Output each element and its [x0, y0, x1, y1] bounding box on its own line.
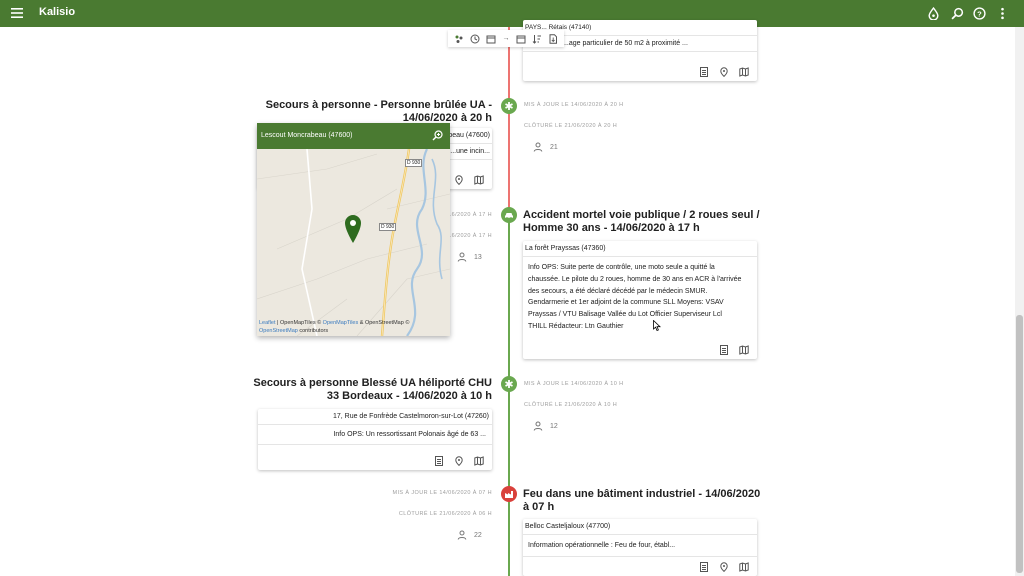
- map-popup: Lescout Moncrabeau (47600) D 930 D 930 L…: [257, 123, 450, 336]
- event-closed: CLÔTURÉ LE 21/06/2020 À 10 H: [524, 402, 618, 408]
- event-updated: MIS À JOUR LE 14/06/2020 À 07 H: [392, 490, 492, 496]
- person-icon: [457, 530, 467, 540]
- factory-icon: [505, 491, 513, 498]
- map-popup-title: Lescout Moncrabeau (47600): [261, 132, 353, 139]
- drop-icon[interactable]: [927, 7, 940, 20]
- calendar-start-icon[interactable]: [486, 34, 496, 44]
- map-attribution: Leaflet | OpenMapTiles © OpenMapTiles & …: [259, 320, 410, 334]
- event-title[interactable]: Secours à personne Blessé UA héliporté C…: [232, 377, 492, 403]
- event-closed: CLÔTURÉ LE 21/06/2020 À 20 H: [524, 123, 618, 129]
- app-title: Kalisio: [39, 6, 76, 18]
- event-node-medical[interactable]: [501, 376, 517, 392]
- sort-icon[interactable]: [532, 34, 542, 44]
- car-icon: [505, 213, 513, 219]
- description-icon[interactable]: [699, 67, 709, 77]
- mouse-cursor-icon: [653, 320, 661, 331]
- openstreetmap-link[interactable]: OpenStreetMap: [259, 328, 298, 334]
- map-icon[interactable]: [474, 456, 484, 466]
- map-icon[interactable]: [474, 175, 484, 185]
- openmaptiles-link[interactable]: OpenMapTiles: [323, 320, 359, 326]
- road-label: D 930: [405, 159, 423, 167]
- event-title[interactable]: Secours à personne - Personne brûlée UA …: [232, 99, 492, 125]
- location-pin-icon[interactable]: [719, 562, 729, 572]
- cluster-icon[interactable]: [454, 34, 464, 44]
- card-info: Information opérationnelle : Feu de four…: [523, 535, 757, 557]
- card-info: Info OPS: Suite perte de contrôle, une m…: [528, 264, 742, 330]
- calendar-end-icon[interactable]: [516, 34, 526, 44]
- event-title[interactable]: Accident mortel voie publique / 2 roues …: [523, 209, 763, 235]
- event-node-accident[interactable]: [501, 207, 517, 223]
- person-icon: [533, 142, 543, 152]
- map-icon[interactable]: [739, 345, 749, 355]
- star-of-life-icon: [505, 380, 513, 388]
- person-icon: [457, 252, 467, 262]
- map-marker-icon[interactable]: [345, 215, 361, 243]
- event-node-fire[interactable]: [501, 486, 517, 502]
- card-location: La forêt Prayssas (47360): [523, 241, 757, 257]
- event-title[interactable]: Feu dans une bâtiment industriel - 14/06…: [523, 488, 763, 514]
- description-icon[interactable]: [434, 456, 444, 466]
- participants: 12: [533, 421, 558, 431]
- menu-icon[interactable]: [11, 7, 23, 19]
- leaflet-link[interactable]: Leaflet: [259, 320, 276, 326]
- map-icon[interactable]: [739, 67, 749, 77]
- history-icon[interactable]: [470, 34, 480, 44]
- more-vertical-icon[interactable]: [996, 7, 1009, 20]
- card-location: Belloc Casteljaloux (47700): [523, 519, 757, 535]
- svg-text:?: ?: [977, 9, 982, 18]
- person-icon: [533, 421, 543, 431]
- scrollbar-thumb[interactable]: [1016, 315, 1023, 573]
- event-card: La forêt Prayssas (47360) Info OPS: Suit…: [523, 241, 757, 359]
- timeline-toolbar: →: [448, 30, 564, 47]
- map-icon[interactable]: [739, 562, 749, 572]
- participants: 13: [457, 252, 482, 262]
- location-pin-icon[interactable]: [719, 67, 729, 77]
- event-card: 17, Rue de Fonfrède Castelmoron-sur-Lot …: [258, 409, 492, 470]
- event-updated: MIS À JOUR LE 14/06/2020 À 20 H: [524, 102, 624, 108]
- help-icon[interactable]: ?: [973, 7, 986, 20]
- arrow-right-icon: →: [502, 35, 510, 42]
- export-icon[interactable]: [548, 33, 558, 44]
- scrollbar[interactable]: [1015, 27, 1024, 576]
- star-of-life-icon: [505, 102, 513, 110]
- card-info: Info OPS: Un ressortissant Polonais âgé …: [258, 425, 492, 445]
- app-bar: Kalisio ?: [0, 0, 1024, 27]
- zoom-in-icon[interactable]: [432, 130, 443, 141]
- description-icon[interactable]: [699, 562, 709, 572]
- map-view[interactable]: D 930 D 930 Leaflet | OpenMapTiles © Ope…: [257, 149, 450, 336]
- description-icon[interactable]: [719, 345, 729, 355]
- map-popup-header: Lescout Moncrabeau (47600): [257, 123, 450, 149]
- card-location: 17, Rue de Fonfrède Castelmoron-sur-Lot …: [258, 409, 492, 425]
- event-updated: MIS À JOUR LE 14/06/2020 À 10 H: [524, 381, 624, 387]
- event-node-medical[interactable]: [501, 98, 517, 114]
- road-label: D 930: [379, 223, 397, 231]
- event-card: Belloc Casteljaloux (47700) Information …: [523, 519, 757, 576]
- event-closed: CLÔTURÉ LE 21/06/2020 À 06 H: [398, 511, 492, 517]
- search-icon[interactable]: [951, 7, 964, 20]
- location-pin-icon[interactable]: [454, 456, 464, 466]
- participants: 21: [533, 142, 558, 152]
- timeline-line-top: [508, 27, 510, 207]
- participants: 22: [457, 530, 482, 540]
- location-pin-icon[interactable]: [454, 175, 464, 185]
